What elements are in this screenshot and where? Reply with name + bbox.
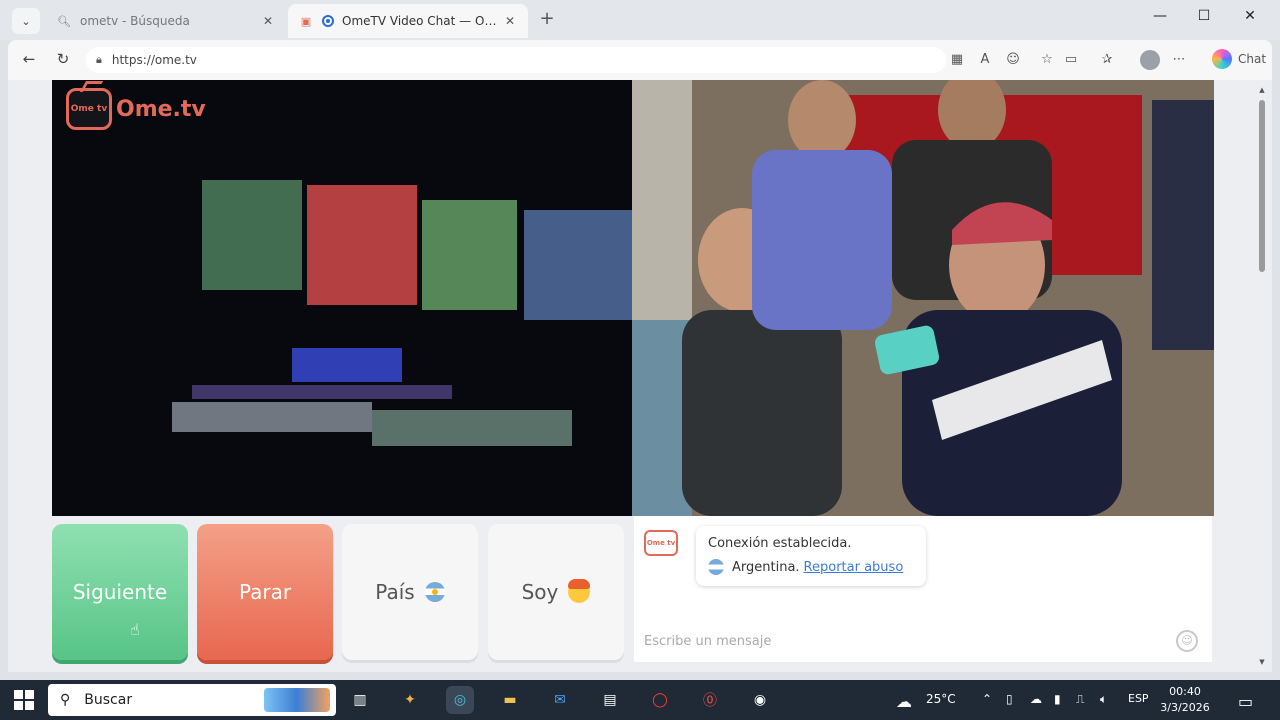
copilot-label: Chat	[1238, 52, 1267, 66]
app-available-icon[interactable]: ▦	[948, 51, 966, 69]
address-bar-row: ← ↻ 🔒︎ https://ome.tv ▦ A ☺ ☆ ▭ ✰ ⋯ Chat	[8, 40, 1272, 80]
close-icon[interactable]: ✕	[502, 14, 518, 28]
new-tab-button[interactable]: +	[536, 8, 558, 32]
weather-temperature[interactable]: 25°C	[926, 692, 956, 706]
remote-video	[632, 80, 1214, 516]
next-button-label: Siguiente	[72, 580, 168, 604]
ometv-favicon-icon: ▣	[300, 14, 312, 28]
close-window-button[interactable]: ✕	[1230, 8, 1270, 32]
clock-date: 3/3/2026	[1160, 701, 1210, 714]
profile-avatar[interactable]	[1140, 50, 1160, 70]
weather-icon: ☁	[896, 692, 912, 711]
tray-app-icon[interactable]: ▯	[1006, 692, 1013, 706]
tab-title: OmeTV Video Chat — Omegl	[342, 14, 502, 28]
mail-icon[interactable]: ✉	[546, 686, 574, 714]
favorites-icon[interactable]: ✰	[1098, 51, 1116, 69]
local-video: Ome tv Ome.tv	[52, 80, 632, 516]
emoji-picker-icon[interactable]: ☺	[1176, 630, 1198, 652]
translate-icon[interactable]: A	[976, 51, 994, 69]
recording-icon	[322, 15, 334, 27]
gender-button[interactable]: Soy	[488, 524, 624, 660]
page-scrollbar[interactable]: ▲ ▼	[1258, 86, 1266, 666]
windows-start-icon[interactable]	[14, 690, 34, 710]
chat-panel: Ome tv Conexión establecida. Argentina. …	[634, 516, 1212, 662]
person-emoji-icon	[568, 579, 591, 603]
windows-taskbar: ⚲ Buscar ▥ ✦ ◎ ▬ ✉ ▤ ◯ ⓪ ◉ ☁ 25°C ⌃ ▯ ☁ …	[0, 680, 1280, 720]
stop-button[interactable]: Parar	[197, 524, 333, 660]
tv-icon: Ome tv	[66, 88, 112, 130]
network-icon[interactable]: ⎍	[1076, 692, 1084, 707]
notifications-icon[interactable]: ▭	[1238, 692, 1253, 711]
argentina-flag-icon	[708, 559, 724, 575]
ometv-chat-logo-icon: Ome tv	[644, 530, 678, 556]
search-highlight-image	[264, 688, 330, 712]
connection-status: Conexión establecida.	[708, 536, 852, 551]
report-abuse-link[interactable]: Reportar abuso	[804, 560, 904, 575]
calendar-icon[interactable]: ▤	[596, 686, 624, 714]
country-button[interactable]: País	[342, 524, 478, 660]
volume-icon[interactable]: 🔈︎	[1100, 692, 1107, 707]
scroll-down-icon[interactable]: ▼	[1258, 658, 1266, 666]
emoji-icon[interactable]: ☺	[1004, 51, 1022, 69]
lock-icon: 🔒︎	[96, 53, 102, 66]
logo-tv-text: Ome tv	[70, 104, 108, 114]
mouse-cursor-icon: ☝	[130, 620, 140, 639]
ometv-logo: Ome tv Ome.tv	[66, 88, 206, 130]
tab-ometv[interactable]: ▣ OmeTV Video Chat — Omegl ✕	[288, 4, 528, 38]
taskbar-search-label: Buscar	[84, 692, 133, 708]
remote-video-frame	[632, 80, 1214, 516]
tab-search[interactable]: 🔍︎ ometv - Búsqueda ✕	[46, 4, 286, 38]
ometv-page: Ome tv Ome.tv Siguiente ☝ Parar País Soy…	[8, 80, 1272, 672]
file-explorer-icon[interactable]: ▬	[496, 686, 524, 714]
chat-logo-text: Ome tv	[646, 539, 676, 547]
opera-browser-icon[interactable]: ◯	[646, 686, 674, 714]
tab-title: ometv - Búsqueda	[80, 14, 190, 28]
copilot-icon	[1212, 49, 1232, 69]
recorder-app-icon[interactable]: ⓪	[696, 686, 724, 714]
usb-icon[interactable]: ▮	[1054, 692, 1061, 706]
input-language[interactable]: ESP	[1128, 692, 1149, 705]
taskbar-search[interactable]: ⚲ Buscar	[48, 684, 336, 716]
copilot-chat-button[interactable]: Chat	[1212, 49, 1266, 69]
partner-country: Argentina.	[732, 559, 800, 575]
local-video-frame	[52, 80, 632, 516]
back-arrow-icon[interactable]: ←	[18, 50, 40, 72]
task-view-icon[interactable]: ▥	[346, 686, 374, 714]
clock-time: 00:40	[1169, 685, 1201, 698]
search-icon: 🔍︎	[57, 14, 71, 28]
url-field[interactable]: 🔒︎ https://ome.tv	[86, 47, 946, 73]
next-button[interactable]: Siguiente ☝	[52, 524, 188, 660]
favorite-star-icon[interactable]: ☆	[1038, 51, 1056, 69]
logo-wordmark: Ome.tv	[116, 96, 206, 122]
edge-browser-icon[interactable]: ◎	[446, 686, 474, 714]
scrollbar-thumb[interactable]	[1259, 100, 1265, 272]
tab-list-button[interactable]: ⌄	[12, 8, 40, 34]
argentina-flag-icon	[424, 582, 445, 602]
obs-icon[interactable]: ◉	[746, 686, 774, 714]
refresh-icon[interactable]: ↻	[52, 50, 74, 72]
message-input[interactable]	[644, 634, 1164, 649]
minimize-button[interactable]: —	[1140, 8, 1180, 32]
search-icon: ⚲	[60, 692, 71, 708]
control-buttons: Siguiente ☝ Parar País Soy	[52, 524, 630, 660]
browser-tab-bar: ⌄ 🔍︎ ometv - Búsqueda ✕ ▣ OmeTV Video Ch…	[0, 0, 1280, 40]
chevron-down-icon: ⌄	[21, 14, 31, 28]
close-icon[interactable]: ✕	[260, 14, 276, 28]
maximize-button[interactable]: ☐	[1184, 8, 1224, 32]
taskbar-clock[interactable]: 00:40 3/3/2026	[1160, 684, 1210, 716]
more-options-icon[interactable]: ⋯	[1170, 51, 1188, 69]
url-text: https://ome.tv	[111, 53, 197, 67]
system-message: Conexión establecida. Argentina. Reporta…	[696, 526, 926, 586]
tray-expand-icon[interactable]: ⌃	[982, 692, 992, 706]
country-button-label: País	[375, 580, 415, 604]
scroll-up-icon[interactable]: ▲	[1258, 86, 1266, 94]
gender-button-label: Soy	[521, 580, 559, 604]
copilot-app-icon[interactable]: ✦	[396, 686, 424, 714]
capture-icon[interactable]: ▭	[1062, 51, 1080, 69]
stop-button-label: Parar	[238, 580, 292, 604]
onedrive-icon[interactable]: ☁	[1030, 692, 1042, 706]
